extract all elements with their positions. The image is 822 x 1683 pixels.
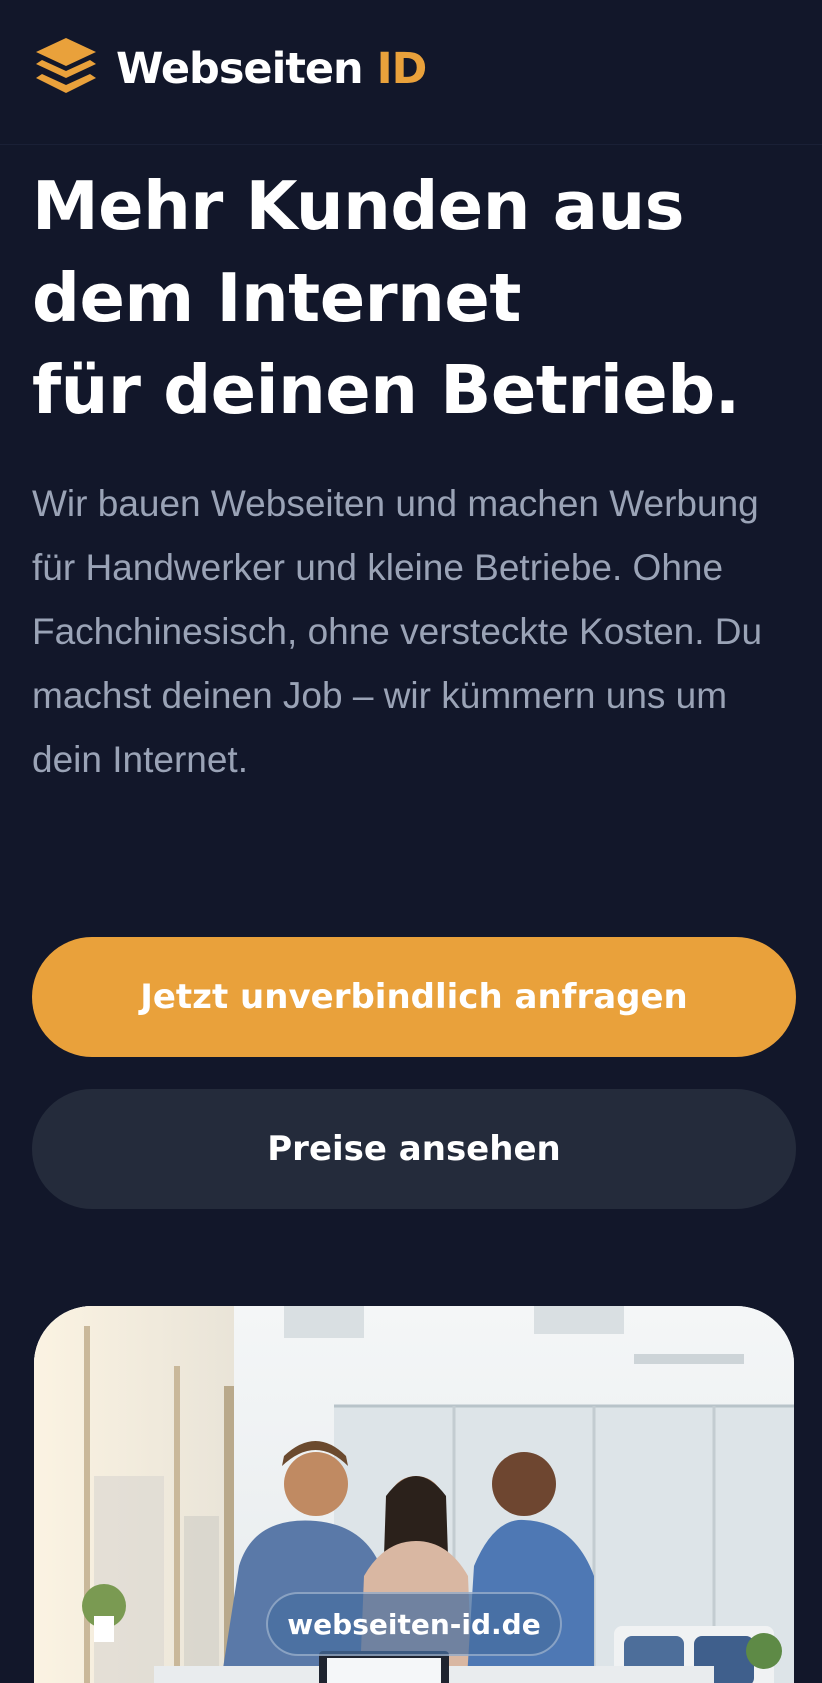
hero-headline: Mehr Kunden aus dem Internet für deinen … (32, 160, 802, 436)
brand-main: Webseiten (116, 44, 364, 94)
hero-lead-text: Wir bauen Webseiten und machen Werbung f… (32, 483, 763, 780)
site-header: Webseiten ID (0, 0, 822, 145)
headline-line: für deinen Betrieb. (32, 351, 740, 429)
request-quote-button[interactable]: Jetzt unverbindlich anfragen (32, 937, 796, 1057)
domain-badge[interactable]: webseiten-id.de (266, 1592, 562, 1656)
brand-logo-text[interactable]: Webseiten ID (116, 40, 428, 98)
brand-accent: ID (376, 44, 428, 94)
headline-line: Mehr Kunden aus (32, 167, 685, 245)
stacked-layers-icon[interactable] (34, 36, 98, 98)
view-prices-button[interactable]: Preise ansehen (32, 1089, 796, 1209)
headline-line: dem Internet (32, 259, 521, 337)
